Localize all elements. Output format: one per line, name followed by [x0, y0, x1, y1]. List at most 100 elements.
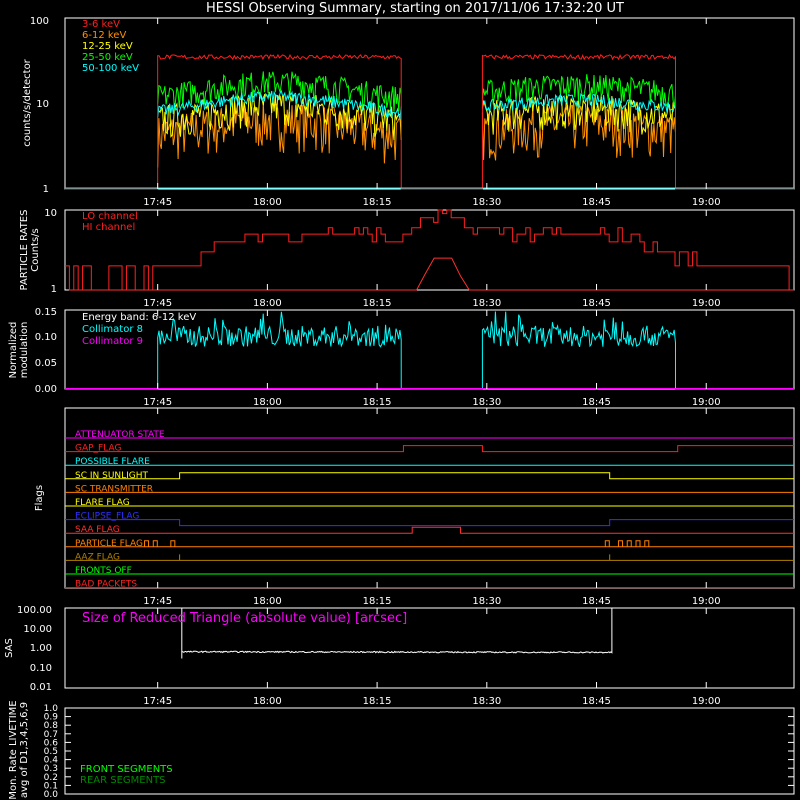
livetime-ytick: 0.0: [44, 790, 59, 800]
legend-6-12kev: 6-12 keV: [82, 30, 126, 41]
flag-line: [65, 526, 794, 534]
x-tick-label: 17:45: [143, 596, 172, 607]
x-tick-label: 18:45: [582, 397, 611, 408]
mod-ytick-0: 0.00: [35, 384, 57, 395]
x-tick-label: 18:00: [253, 696, 282, 707]
sas-ytick-1000: 10.00: [23, 624, 52, 635]
flag-label: BAD PACKETS: [75, 580, 137, 590]
flag-line: [65, 472, 794, 480]
legend-collimator-8: Collimator 8: [82, 324, 143, 335]
mod-ytick-005: 0.05: [35, 358, 57, 369]
summary-plot: HESSI Observing Summary, starting on 201…: [4, 1, 795, 800]
particle-rate-frame: [64, 209, 795, 291]
particle-flag-spikes: [144, 540, 650, 547]
modulation-ylabel-1: Normalized: [8, 322, 19, 379]
x-tick-label: 17:45: [143, 696, 172, 707]
x-tick-label: 18:30: [472, 596, 501, 607]
sas-ytick-001: 0.01: [30, 682, 52, 693]
flag-label: AAZ FLAG: [75, 552, 120, 562]
flag-label: SAA FLAG: [75, 525, 120, 535]
mod-ytick-015: 0.15: [35, 307, 57, 318]
modulation-panel: Normalized modulation 0.00 0.05 0.10 0.1…: [8, 307, 795, 395]
legend-lo-channel: LO channel: [82, 211, 138, 222]
x-tick-label: 18:00: [253, 197, 282, 208]
legend-energy-band: Energy band: 6-12 keV: [82, 312, 196, 323]
flag-label: POSSIBLE FLARE: [75, 457, 150, 467]
count-rate-ylabel: counts/s/detector: [22, 58, 33, 146]
modulation-ylabel-2: modulation: [19, 322, 30, 379]
legend-front-segments: FRONT SEGMENTS: [80, 764, 173, 775]
legend-50-100kev: 50-100 keV: [82, 63, 139, 74]
flag-label: SC IN SUNLIGHT: [75, 471, 149, 481]
livetime-ytick: 0.9: [44, 713, 59, 723]
count-ytick-100: 100: [30, 16, 49, 27]
livetime-frame: [64, 707, 795, 795]
legend-3-6kev: 3-6 keV: [82, 19, 120, 30]
series-hi-channel: [69, 257, 794, 291]
count-ytick-1: 1: [43, 184, 49, 195]
x-tick-label: 18:45: [582, 197, 611, 208]
flag-line: [65, 519, 794, 527]
x-tick-label: 18:45: [582, 596, 611, 607]
particle-rate-series: [65, 209, 794, 291]
x-tick-label: 18:15: [363, 397, 392, 408]
particle-ytick-1: 1: [51, 284, 57, 295]
count-ytick-10: 10: [36, 99, 49, 110]
legend-rear-segments: REAR SEGMENTS: [80, 775, 166, 786]
flag-label: ATTENUATOR STATE: [75, 430, 165, 440]
series-collimator-8: [65, 311, 794, 390]
flag-label: ECLIPSE_FLAG: [75, 512, 139, 522]
x-tick-label: 19:00: [692, 298, 721, 309]
xticks-panel3: 17:45 18:00 18:15 18:30 18:45 19:00: [143, 310, 721, 408]
particle-ylabel-2: Counts/s: [30, 228, 41, 272]
x-tick-label: 17:45: [143, 197, 172, 208]
sas-ylabel: SAS: [4, 638, 15, 658]
modulation-series: [65, 311, 794, 390]
legend-hi-channel: HI channel: [82, 222, 135, 233]
legend-25-50kev: 25-50 keV: [82, 52, 133, 63]
x-tick-label: 18:00: [253, 596, 282, 607]
livetime-ytick: 0.5: [44, 747, 58, 757]
x-tick-label: 18:30: [472, 397, 501, 408]
livetime-ylabel-2: avg of D1,3,4,5,6,9: [19, 702, 30, 798]
x-tick-label: 19:00: [692, 197, 721, 208]
aaz-flag-spikes: [179, 554, 611, 561]
count-rate-series: [65, 53, 794, 190]
livetime-ytick: 0.3: [44, 764, 58, 774]
x-tick-label: 19:00: [692, 397, 721, 408]
x-tick-label: 18:30: [472, 197, 501, 208]
x-tick-label: 18:30: [472, 696, 501, 707]
livetime-ytick: 0.7: [44, 730, 58, 740]
sas-ytick-10000: 100.00: [17, 605, 52, 616]
flags-ylabel: Flags: [34, 485, 45, 511]
hessi-summary: HESSI Observing Summary, starting on 201…: [0, 0, 800, 800]
sas-panel: SAS 0.01 0.10 1.00 10.00 100.00 Size of …: [4, 605, 795, 693]
flag-lines: ATTENUATOR STATE GAP_FLAG POSSIBLE FLARE SC…: [65, 430, 794, 590]
livetime-ytick: 0.1: [44, 781, 58, 791]
sas-ytick-100: 1.00: [30, 643, 52, 654]
livetime-ytick: 1.0: [44, 704, 59, 714]
x-tick-label: 18:45: [582, 298, 611, 309]
flag-line: [65, 445, 794, 453]
x-tick-label: 18:30: [472, 298, 501, 309]
x-tick-label: 17:45: [143, 397, 172, 408]
sas-ytick-010: 0.10: [30, 663, 52, 674]
legend-collimator-9: Collimator 9: [82, 336, 143, 347]
x-tick-label: 18:45: [582, 696, 611, 707]
x-tick-label: 18:15: [363, 696, 392, 707]
flags-frame: [64, 407, 795, 589]
mod-ytick-010: 0.10: [35, 332, 57, 343]
series-3-6kev: [65, 53, 794, 190]
x-tick-label: 18:00: [253, 298, 282, 309]
legend-12-25kev: 12-25 keV: [82, 41, 133, 52]
livetime-ytick: 0.2: [44, 773, 58, 783]
x-tick-label: 17:45: [143, 298, 172, 309]
x-tick-label: 18:15: [363, 197, 392, 208]
x-tick-label: 18:15: [363, 596, 392, 607]
livetime-ytick: 0.4: [44, 756, 59, 766]
livetime-ylabel-1: Mon. Rate LIVETIME: [8, 700, 19, 799]
sas-annotation: Size of Reduced Triangle (absolute value…: [82, 611, 407, 626]
x-tick-label: 19:00: [692, 696, 721, 707]
livetime-ytick: 0.8: [44, 721, 59, 731]
flag-label: PARTICLE FLAG: [75, 539, 143, 549]
